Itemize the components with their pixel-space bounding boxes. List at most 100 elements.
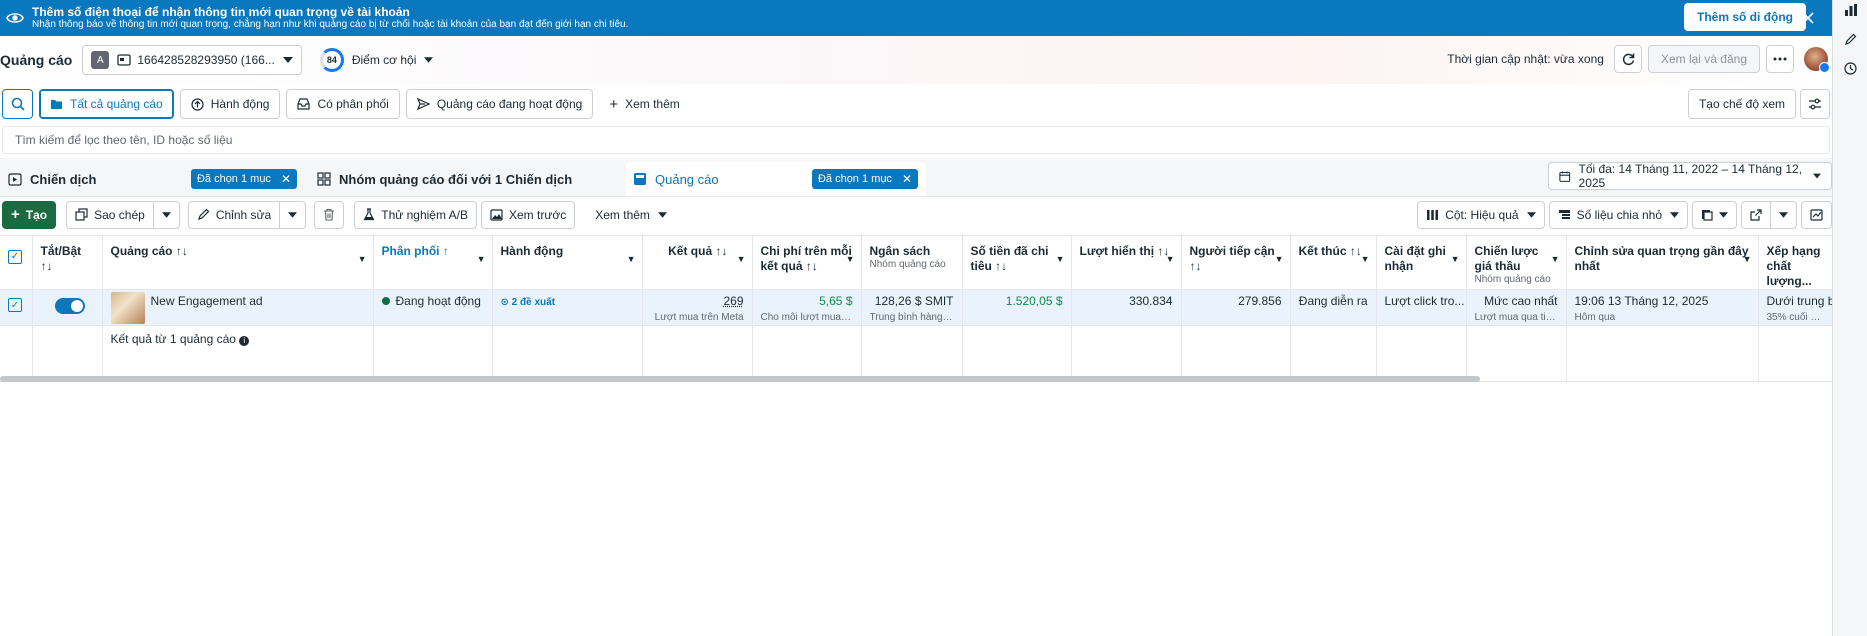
clock-icon[interactable] (1833, 58, 1867, 78)
header-quality[interactable]: Xếp hạng chất lượng... (1758, 235, 1833, 290)
view-settings-button[interactable] (1800, 89, 1830, 119)
up-arrow-circle-icon (191, 97, 204, 111)
ab-test-button[interactable]: Thử nghiệm A/B (354, 200, 477, 229)
account-selector[interactable]: A 166428528293950 (166... (82, 45, 302, 75)
more-actions-button[interactable]: Xem thêm (587, 200, 675, 229)
more-options-button[interactable] (1766, 45, 1794, 73)
tab-ads[interactable]: Quảng cáo Đã chọn 1 mục ✕ (625, 162, 926, 196)
copy-icon (75, 208, 88, 221)
caret-down-icon[interactable]: ▼ (1743, 254, 1752, 265)
cost-sub: Cho mỗi lượt mua trê... (760, 312, 853, 323)
ad-name-cell[interactable]: New Engagement ad (102, 289, 374, 326)
edit-dropdown[interactable] (279, 200, 307, 229)
opportunity-score[interactable]: 84 Điểm cơ hội (319, 48, 434, 72)
refresh-icon (1622, 53, 1635, 66)
export-dropdown[interactable] (1770, 201, 1797, 229)
duplicate-dropdown[interactable] (152, 200, 180, 229)
send-icon (416, 98, 430, 110)
account-avatar: A (91, 51, 110, 69)
tab-adsets[interactable]: Nhóm quảng cáo đối với 1 Chiến dịch (309, 162, 619, 196)
select-all-checkbox[interactable]: ✓ (8, 250, 22, 264)
caret-down-icon[interactable]: ▼ (846, 254, 855, 265)
more-filters-button[interactable]: + Xem thêm (599, 89, 690, 119)
header-bid-sub: Nhóm quảng cáo (1474, 274, 1551, 285)
search-button[interactable] (2, 89, 33, 119)
header-ends[interactable]: Kết thúc ↑↓ ▼ (1290, 235, 1377, 290)
caret-down-icon[interactable]: ▼ (1451, 254, 1460, 265)
close-icon[interactable]: ✕ (902, 172, 912, 186)
header-budget[interactable]: Ngân sách Nhóm quảng cáo (861, 235, 963, 290)
active-ads-filter[interactable]: Quảng cáo đang hoạt động (405, 89, 594, 119)
budget-value[interactable]: 128,26 $ SMIT (875, 294, 954, 308)
header-delivery-label: Phân phối (381, 244, 440, 258)
ad-name[interactable]: New Engagement ad (151, 294, 263, 308)
header-attribution[interactable]: Cài đặt ghi nhận ▼ (1376, 235, 1467, 290)
reach-value: 279.856 (1238, 294, 1282, 308)
create-button[interactable]: + Tạo (2, 200, 57, 229)
header-reach[interactable]: Người tiếp cận ↑↓ ▼ (1181, 235, 1291, 290)
header-impressions-label: Lượt hiển thị (1079, 244, 1155, 258)
delivering-filter[interactable]: Có phân phối (286, 89, 400, 119)
select-all-header[interactable]: ✓ (0, 235, 33, 290)
tab-campaigns[interactable]: Chiến dịch Đã chọn 1 mục ✕ (0, 162, 305, 196)
header-spent[interactable]: Số tiền đã chi tiêu ↑↓ ▼ (962, 235, 1072, 290)
caret-down-icon[interactable]: ▼ (1275, 254, 1284, 265)
calendar-icon (1559, 171, 1571, 182)
reports-dropdown[interactable] (1692, 201, 1737, 229)
add-phone-button[interactable]: Thêm số di động (1684, 3, 1806, 31)
caret-down-icon[interactable]: ▼ (627, 254, 636, 265)
close-icon[interactable] (1798, 8, 1818, 28)
header-impressions[interactable]: Lượt hiển thị ↑↓ ▼ (1071, 235, 1182, 290)
search-input[interactable]: Tìm kiếm để lọc theo tên, ID hoặc số liệ… (2, 126, 1830, 154)
campaigns-selected-chip[interactable]: Đã chọn 1 mục ✕ (190, 169, 297, 189)
ad-toggle[interactable] (54, 298, 85, 314)
caret-down-icon[interactable]: ▼ (1361, 254, 1370, 265)
plus-icon: + (609, 95, 619, 113)
header-delivery[interactable]: Phân phối ↑ ▼ (373, 235, 493, 290)
actions-filter[interactable]: Hành động (179, 89, 281, 119)
horizontal-scrollbar[interactable] (0, 376, 1480, 382)
header-last-edit[interactable]: Chỉnh sửa quan trọng gần đây nhất ▼ (1566, 235, 1759, 290)
header-bid[interactable]: Chiến lược giá thầu Nhóm quảng cáo ▼ (1466, 235, 1567, 290)
ads-selected-chip[interactable]: Đã chọn 1 mục ✕ (811, 169, 918, 189)
results-value[interactable]: 269 (723, 294, 743, 308)
info-icon[interactable]: i (239, 336, 250, 346)
caret-down-icon (657, 211, 667, 218)
refresh-button[interactable] (1613, 45, 1642, 73)
pencil-icon[interactable] (1833, 20, 1867, 58)
delete-button[interactable] (314, 200, 345, 229)
caret-down-icon[interactable]: ▼ (1056, 254, 1065, 265)
results-sub: Lượt mua trên Meta (654, 312, 744, 323)
duplicate-button[interactable]: Sao chép (66, 200, 153, 229)
charts-button[interactable] (1801, 201, 1832, 229)
quality-sub: 35% cuối của qu... (1766, 312, 1824, 323)
export-button[interactable] (1741, 201, 1770, 229)
impressions-value: 330.834 (1129, 294, 1173, 308)
caret-down-icon[interactable]: ▼ (1166, 254, 1175, 265)
date-range-picker[interactable]: Tối đa: 14 Tháng 11, 2022 – 14 Tháng 12,… (1548, 162, 1832, 190)
preview-button[interactable]: Xem trước (480, 200, 576, 229)
table-row[interactable]: ✓ New Engagement ad Đang hoạt động ⊙ 2 đ… (0, 289, 1833, 326)
caret-down-icon[interactable]: ▼ (477, 254, 486, 265)
banner-subtitle: Nhận thông báo về thông tin mới quan trọ… (32, 19, 629, 31)
caret-down-icon[interactable]: ▼ (1551, 254, 1560, 265)
header-actions[interactable]: Hành động ▼ (492, 235, 643, 290)
header-cost[interactable]: Chi phí trên mỗi kết quả ↑↓ ▼ (752, 235, 862, 290)
header-ad[interactable]: Quảng cáo ↑↓ ▼ (102, 235, 374, 290)
flask-icon (363, 208, 375, 221)
row-checkbox[interactable]: ✓ (8, 298, 22, 312)
review-publish-button[interactable]: Xem lại và đăng (1647, 45, 1760, 73)
edit-button[interactable]: Chỉnh sửa (187, 200, 280, 229)
columns-dropdown[interactable]: Cột: Hiệu quả (1417, 201, 1545, 229)
create-view-button[interactable]: Tạo chế độ xem (1687, 89, 1796, 119)
all-ads-filter[interactable]: Tất cả quảng cáo (39, 89, 174, 119)
user-avatar[interactable] (1804, 47, 1830, 73)
close-icon[interactable]: ✕ (281, 172, 291, 186)
recommendations-link[interactable]: ⊙ 2 đề xuất (501, 297, 556, 308)
caret-down-icon[interactable]: ▼ (358, 254, 367, 265)
breakdown-dropdown[interactable]: Số liệu chia nhỏ (1548, 201, 1688, 229)
header-toggle[interactable]: Tắt/Bật ↑↓ (32, 235, 103, 290)
caret-down-icon[interactable]: ▼ (737, 254, 746, 265)
stats-icon[interactable] (1833, 0, 1867, 20)
header-results[interactable]: Kết quả ↑↓ ▼ (642, 235, 753, 290)
